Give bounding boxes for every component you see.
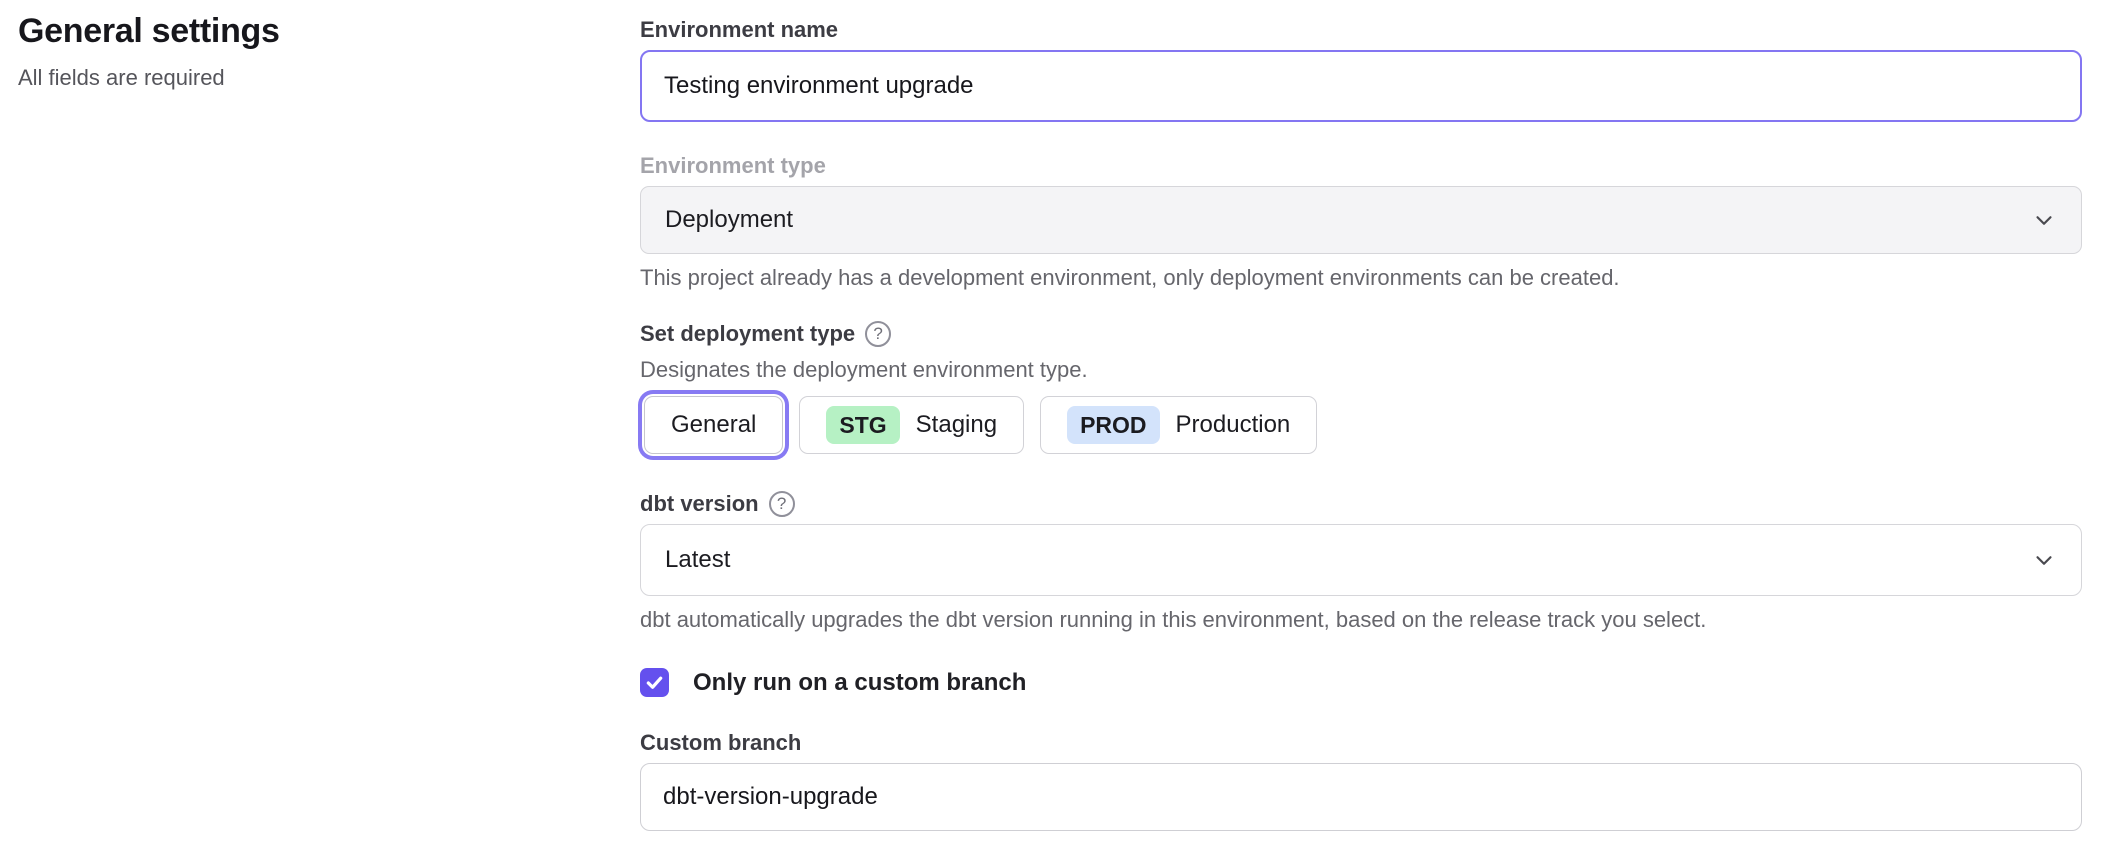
staging-badge: STG bbox=[826, 406, 899, 444]
production-badge: PROD bbox=[1067, 406, 1159, 444]
environment-type-label: Environment type bbox=[640, 152, 2082, 180]
custom-branch-label: Custom branch bbox=[640, 729, 2082, 757]
custom-branch-checkbox[interactable] bbox=[640, 668, 669, 697]
environment-name-input[interactable] bbox=[640, 50, 2082, 122]
custom-branch-input[interactable] bbox=[640, 763, 2082, 831]
production-button-label: Production bbox=[1176, 411, 1291, 439]
environment-type-helper: This project already has a development e… bbox=[640, 264, 2082, 292]
page-subtitle: All fields are required bbox=[18, 65, 578, 91]
dbt-version-label: dbt version bbox=[640, 490, 759, 518]
environment-type-select[interactable]: Deployment bbox=[640, 186, 2082, 254]
environment-form: Environment name Environment type Deploy… bbox=[640, 16, 2082, 831]
dbt-version-field: dbt version ? Latest dbt automatically u… bbox=[640, 490, 2082, 634]
help-icon[interactable]: ? bbox=[865, 321, 891, 347]
environment-settings-page: General settings All fields are required… bbox=[0, 0, 2116, 864]
deployment-type-options: General STG Staging PROD Production bbox=[640, 396, 2082, 454]
checkmark-icon bbox=[645, 673, 664, 692]
environment-name-field: Environment name bbox=[640, 16, 2082, 122]
settings-header: General settings All fields are required bbox=[18, 12, 578, 91]
chevron-down-icon bbox=[2031, 547, 2057, 573]
deployment-type-general-button[interactable]: General bbox=[644, 396, 783, 454]
deployment-type-field: Set deployment type ? Designates the dep… bbox=[640, 320, 2082, 454]
deployment-type-staging-button[interactable]: STG Staging bbox=[799, 396, 1024, 454]
staging-button-label: Staging bbox=[916, 411, 997, 439]
dbt-version-select[interactable]: Latest bbox=[640, 524, 2082, 596]
environment-name-label: Environment name bbox=[640, 16, 2082, 44]
chevron-down-icon bbox=[2031, 207, 2057, 233]
page-title: General settings bbox=[18, 12, 578, 51]
general-button-label: General bbox=[671, 411, 756, 439]
custom-branch-toggle-row: Only run on a custom branch bbox=[640, 668, 2082, 697]
deployment-type-label: Set deployment type bbox=[640, 320, 855, 348]
custom-branch-field: Custom branch bbox=[640, 729, 2082, 831]
help-icon[interactable]: ? bbox=[769, 491, 795, 517]
environment-type-field: Environment type Deployment This project… bbox=[640, 152, 2082, 292]
custom-branch-toggle-label: Only run on a custom branch bbox=[693, 669, 1026, 697]
dbt-version-value: Latest bbox=[665, 546, 730, 574]
deployment-type-production-button[interactable]: PROD Production bbox=[1040, 396, 1317, 454]
deployment-type-helper: Designates the deployment environment ty… bbox=[640, 356, 2082, 384]
environment-type-value: Deployment bbox=[665, 206, 793, 234]
dbt-version-helper: dbt automatically upgrades the dbt versi… bbox=[640, 606, 2082, 634]
